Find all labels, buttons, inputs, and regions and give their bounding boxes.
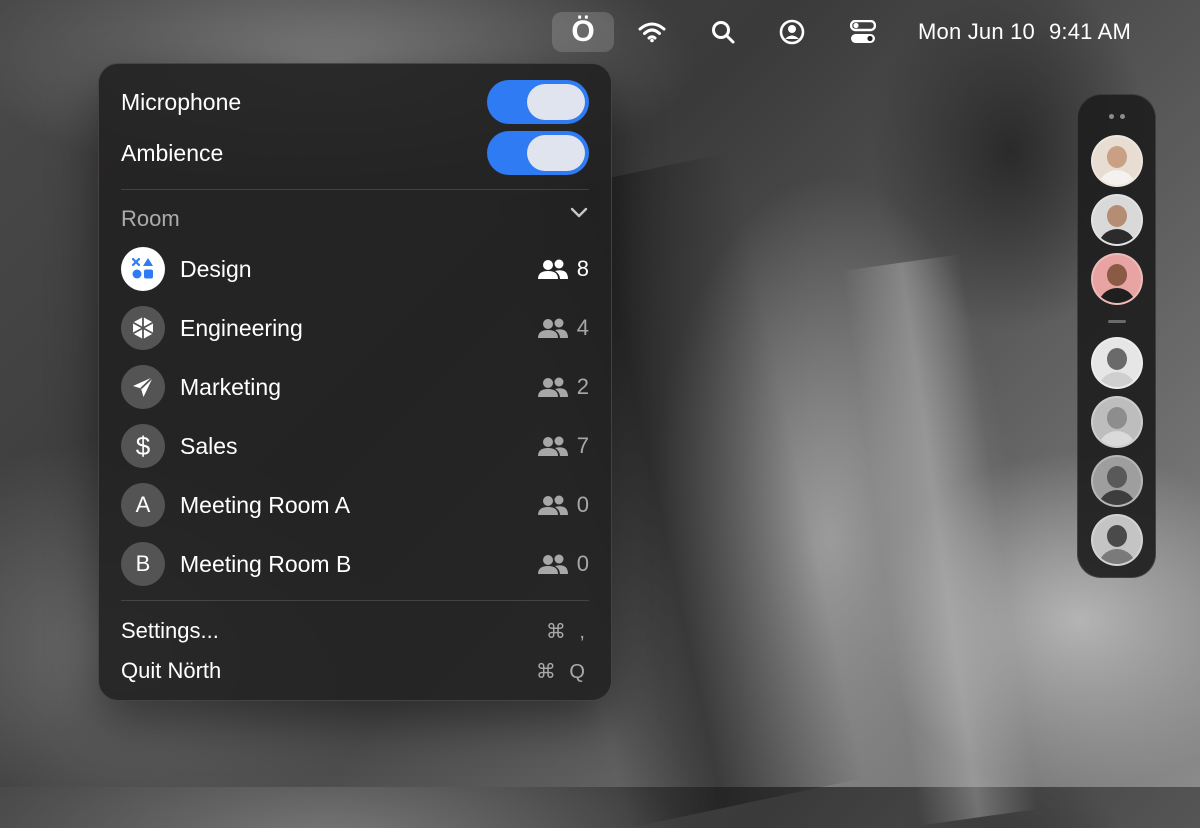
- quit-shortcut: ⌘ Q: [535, 660, 589, 683]
- room-item-meeting-room-b[interactable]: B Meeting Room B 0: [121, 541, 589, 587]
- room-name: Meeting Room A: [180, 491, 351, 518]
- settings-shortcut: ⌘ ,: [545, 620, 589, 643]
- participant-count-value: 4: [576, 315, 589, 340]
- menu-bar: Ö Mon Jun 10 9:41 AM: [0, 0, 1200, 64]
- avatar[interactable]: [1091, 396, 1143, 448]
- toggle-knob: [527, 135, 585, 171]
- participant-count-value: 8: [576, 256, 589, 281]
- settings-menu-item[interactable]: Settings... ⌘ ,: [121, 614, 589, 648]
- quit-menu-item[interactable]: Quit Nörth ⌘ Q: [121, 654, 589, 688]
- letter-a-icon: A: [121, 483, 165, 527]
- divider: [121, 189, 589, 190]
- people-icon: [537, 495, 568, 515]
- ambience-toggle[interactable]: [487, 131, 589, 175]
- microphone-toggle[interactable]: [487, 80, 589, 124]
- menu-bar-clock[interactable]: Mon Jun 10 9:41 AM: [918, 12, 1168, 52]
- north-app-menu-icon[interactable]: Ö: [552, 12, 614, 52]
- avatar[interactable]: [1091, 455, 1143, 507]
- clock-date: Mon Jun 10: [918, 19, 1035, 44]
- participant-count-value: 7: [576, 433, 589, 458]
- room-item-design[interactable]: Design 8: [121, 246, 589, 292]
- north-dropdown-menu: Microphone Ambience Room Design 8 Engine…: [98, 63, 612, 701]
- people-icon: [537, 318, 568, 338]
- room-name: Meeting Room B: [180, 550, 352, 577]
- dollar-icon: $: [121, 424, 165, 468]
- chevron-down-icon[interactable]: [569, 206, 589, 225]
- participant-count: 2: [537, 374, 589, 400]
- microphone-label: Microphone: [121, 88, 242, 115]
- room-item-marketing[interactable]: Marketing 2: [121, 364, 589, 410]
- microphone-row: Microphone: [121, 80, 589, 124]
- participant-count-value: 0: [576, 492, 589, 517]
- room-item-meeting-room-a[interactable]: A Meeting Room A 0: [121, 482, 589, 528]
- people-icon: [537, 436, 568, 456]
- ambience-row: Ambience: [121, 131, 589, 175]
- wifi-icon[interactable]: [632, 12, 672, 52]
- quit-label: Quit Nörth: [121, 658, 222, 683]
- participant-count-value: 0: [576, 551, 589, 576]
- participant-count: 0: [537, 551, 589, 577]
- wallpaper-highlight: [841, 254, 1039, 826]
- room-name: Engineering: [180, 314, 303, 341]
- room-section-title: Room: [121, 206, 180, 231]
- people-icon: [537, 377, 568, 397]
- people-icon: [537, 554, 568, 574]
- divider: [121, 600, 589, 601]
- control-center-icon[interactable]: [841, 12, 885, 52]
- toggle-knob: [527, 84, 585, 120]
- user-circle-icon[interactable]: [772, 12, 812, 52]
- strip-divider: [1108, 320, 1126, 323]
- drag-handle[interactable]: [1109, 114, 1125, 119]
- settings-label: Settings...: [121, 618, 219, 643]
- room-item-engineering[interactable]: Engineering 4: [121, 305, 589, 351]
- cube-icon: [121, 306, 165, 350]
- clock-time: 9:41 AM: [1048, 19, 1132, 44]
- search-icon[interactable]: [703, 12, 743, 52]
- room-name: Design: [180, 255, 252, 282]
- avatar[interactable]: [1091, 135, 1143, 187]
- design-shapes-icon: [121, 247, 165, 291]
- participant-count-value: 2: [576, 374, 589, 399]
- room-name: Marketing: [180, 373, 281, 400]
- room-item-sales[interactable]: $ Sales 7: [121, 423, 589, 469]
- room-section-header[interactable]: Room: [121, 204, 589, 234]
- participant-count: 8: [537, 256, 589, 282]
- participant-count: 0: [537, 492, 589, 518]
- avatar[interactable]: [1091, 253, 1143, 305]
- letter-b-icon: B: [121, 542, 165, 586]
- avatar[interactable]: [1091, 194, 1143, 246]
- participant-count: 7: [537, 433, 589, 459]
- people-icon: [537, 259, 568, 279]
- avatar[interactable]: [1091, 337, 1143, 389]
- participants-strip: [1077, 94, 1156, 578]
- paper-plane-icon: [121, 365, 165, 409]
- participant-count: 4: [537, 315, 589, 341]
- room-name: Sales: [180, 432, 238, 459]
- ambience-label: Ambience: [121, 139, 224, 166]
- avatar[interactable]: [1091, 514, 1143, 566]
